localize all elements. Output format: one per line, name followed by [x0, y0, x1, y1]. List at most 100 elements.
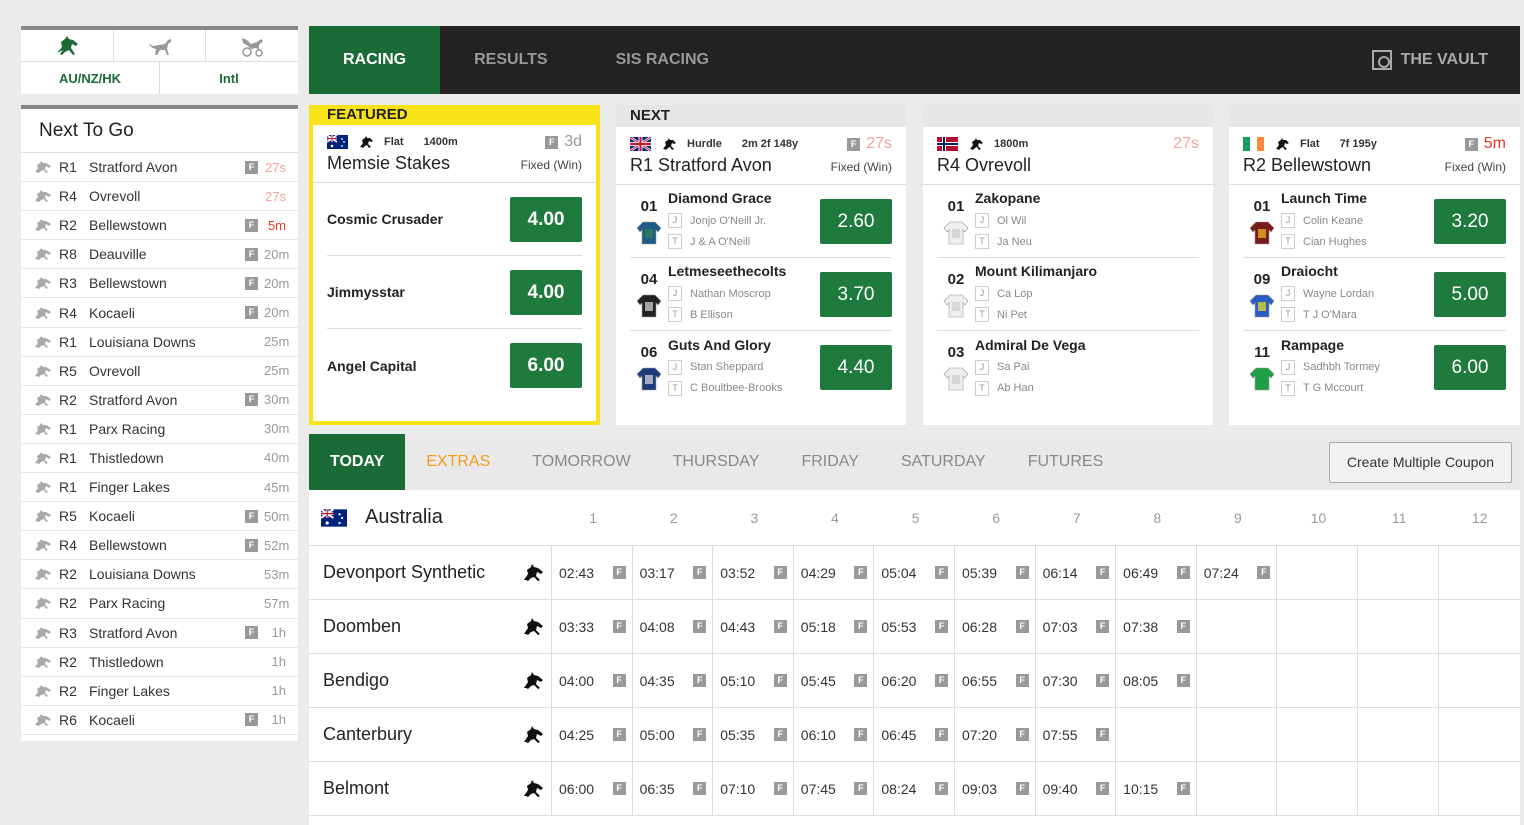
- race-time-cell[interactable]: 05:04 F: [873, 545, 954, 600]
- race-time-cell[interactable]: 05:10 F: [712, 653, 793, 708]
- race-time-cell[interactable]: 08:05 F: [1115, 653, 1196, 708]
- next-to-go-item[interactable]: R2 Louisiana Downs 53m: [21, 560, 298, 590]
- race-time-cell[interactable]: 06:00 F: [551, 761, 632, 816]
- fixed-badge: [245, 190, 258, 203]
- race-time-cell[interactable]: 07:55 F: [1034, 707, 1116, 762]
- next-to-go-item[interactable]: R1 Parx Racing 30m: [21, 415, 298, 444]
- odds-button[interactable]: 3.20: [1434, 198, 1506, 244]
- race-time-cell[interactable]: 07:30 F: [1034, 653, 1116, 708]
- race-time-cell[interactable]: 10:15 F: [1115, 761, 1196, 816]
- race-time-cell[interactable]: 06:35 F: [631, 761, 713, 816]
- next-to-go-item[interactable]: R2 Finger Lakes 1h: [21, 677, 298, 706]
- race-title-text[interactable]: R4 Ovrevoll: [937, 155, 1031, 176]
- race-time-cell[interactable]: 09:03 F: [953, 761, 1035, 816]
- race-time-cell[interactable]: 06:49 F: [1115, 545, 1196, 600]
- next-to-go-item[interactable]: R1 Stratford Avon F 27s: [21, 153, 298, 183]
- race-time-cell[interactable]: 04:35 F: [631, 653, 713, 708]
- meeting-name[interactable]: Bendigo: [309, 670, 515, 691]
- vault-link[interactable]: THE VAULT: [1371, 50, 1520, 70]
- odds-button[interactable]: 5.00: [1434, 271, 1506, 317]
- race-time-cell[interactable]: 06:14 F: [1034, 545, 1116, 600]
- trainer-name: T G Mccourt: [1303, 382, 1364, 394]
- race-time-cell[interactable]: 05:35 F: [712, 707, 793, 762]
- race-time-cell[interactable]: 03:52 F: [712, 545, 793, 600]
- next-to-go-item[interactable]: R4 Ovrevoll 27s: [21, 182, 298, 212]
- meeting-name[interactable]: Devonport Synthetic: [309, 562, 515, 583]
- odds-button[interactable]: 2.60: [820, 198, 892, 244]
- odds-button[interactable]: 6.00: [510, 343, 582, 388]
- race-time-cell[interactable]: 05:45 F: [792, 653, 874, 708]
- race-time-cell[interactable]: 04:08 F: [631, 599, 713, 654]
- race-time-cell[interactable]: 04:00 F: [551, 653, 632, 708]
- next-to-go-item[interactable]: R4 Bellewstown F 52m: [21, 531, 298, 561]
- tab-tomorrow[interactable]: TOMORROW: [511, 434, 651, 490]
- race-time-cell[interactable]: 05:53 F: [873, 599, 954, 654]
- tab-futures[interactable]: FUTURES: [1007, 434, 1125, 490]
- race-time-cell[interactable]: 05:18 F: [792, 599, 874, 654]
- race-time-cell[interactable]: 08:24 F: [873, 761, 954, 816]
- tab-extras[interactable]: EXTRAS: [405, 434, 511, 490]
- meeting-name[interactable]: Canterbury: [309, 724, 515, 745]
- race-time-cell[interactable]: 04:43 F: [712, 599, 793, 654]
- trainer-line: T Cian Hughes: [1281, 231, 1434, 252]
- race-time-cell[interactable]: 07:10 F: [712, 761, 793, 816]
- race-time-cell[interactable]: 03:33 F: [551, 599, 632, 654]
- next-to-go-item[interactable]: R5 Kocaeli F 50m: [21, 502, 298, 532]
- race-meta: Hurdle 2m 2f 148y F 27s: [616, 133, 906, 155]
- tab-today[interactable]: TODAY: [309, 434, 406, 490]
- nav-sis-racing[interactable]: SIS RACING: [582, 26, 743, 94]
- race-title-text[interactable]: R1 Stratford Avon: [630, 155, 772, 176]
- next-to-go-item[interactable]: R2 Parx Racing 57m: [21, 589, 298, 619]
- next-to-go-item[interactable]: R1 Louisiana Downs 25m: [21, 328, 298, 357]
- countdown-value: 5m: [1483, 135, 1506, 152]
- race-time-cell[interactable]: 07:45 F: [792, 761, 874, 816]
- odds-button[interactable]: 4.00: [510, 269, 582, 315]
- next-to-go-item[interactable]: R8 Deauville F 20m: [21, 240, 298, 270]
- tab-saturday[interactable]: SATURDAY: [880, 434, 1007, 490]
- next-to-go-item[interactable]: R1 Finger Lakes 45m: [21, 473, 298, 503]
- odds-button[interactable]: 4.00: [510, 196, 582, 242]
- tab-thursday[interactable]: THURSDAY: [652, 434, 781, 490]
- greyhound-racing-tab[interactable]: [114, 30, 207, 61]
- horse-racing-tab[interactable]: [21, 30, 114, 61]
- race-time-cell[interactable]: 07:20 F: [953, 707, 1035, 762]
- next-to-go-item[interactable]: R3 Bellewstown F 20m: [21, 269, 298, 299]
- race-title-text[interactable]: R2 Bellewstown: [1243, 155, 1371, 176]
- race-time-cell[interactable]: 06:45 F: [873, 707, 954, 762]
- harness-racing-tab[interactable]: [206, 30, 298, 61]
- odds-button[interactable]: 4.40: [820, 345, 892, 390]
- next-to-go-item[interactable]: R3 Stratford Avon F 1h: [21, 619, 298, 648]
- race-time-cell[interactable]: 07:03 F: [1034, 599, 1116, 654]
- race-time-cell[interactable]: 07:38 F: [1115, 599, 1196, 654]
- race-time-cell[interactable]: 04:29 F: [792, 545, 874, 600]
- nav-results[interactable]: RESULTS: [440, 26, 581, 94]
- create-multiple-coupon-button[interactable]: Create Multiple Coupon: [1328, 441, 1512, 483]
- next-to-go-item[interactable]: R5 Ovrevoll 25m: [21, 357, 298, 386]
- odds-button[interactable]: 3.70: [820, 271, 892, 317]
- nav-racing[interactable]: RACING: [309, 26, 441, 94]
- race-time-cell[interactable]: 05:00 F: [631, 707, 713, 762]
- meeting-name[interactable]: Doomben: [309, 616, 515, 637]
- race-time-cell[interactable]: 03:17 F: [631, 545, 713, 600]
- race-time-cell[interactable]: 06:55 F: [953, 653, 1035, 708]
- tab-friday[interactable]: FRIDAY: [780, 434, 879, 490]
- next-to-go-item[interactable]: R2 Thistledown 1h: [21, 648, 298, 677]
- race-time-cell[interactable]: 04:25 F: [551, 707, 632, 762]
- race-time-cell[interactable]: 09:40 F: [1034, 761, 1116, 816]
- race-time-cell[interactable]: 06:10 F: [792, 707, 874, 762]
- race-time-cell[interactable]: 05:39 F: [953, 545, 1035, 600]
- race-time-cell[interactable]: 07:24 F: [1195, 545, 1277, 600]
- next-to-go-item[interactable]: R2 Stratford Avon F 30m: [21, 386, 298, 415]
- next-to-go-item[interactable]: R1 Thistledown 40m: [21, 444, 298, 474]
- region-tab-au[interactable]: AU/NZ/HK: [21, 62, 160, 94]
- region-tab-intl[interactable]: Intl: [160, 62, 298, 94]
- race-time-cell[interactable]: 06:20 F: [873, 653, 954, 708]
- next-to-go-item[interactable]: R6 Kocaeli F 1h: [21, 706, 298, 735]
- next-to-go-item[interactable]: R4 Kocaeli F 20m: [21, 298, 298, 328]
- race-time-cell[interactable]: 06:28 F: [953, 599, 1035, 654]
- race-time-cell[interactable]: 02:43 F: [551, 545, 632, 600]
- odds-button[interactable]: 6.00: [1434, 345, 1506, 390]
- next-to-go-item[interactable]: R2 Bellewstown F 5m: [21, 211, 298, 241]
- featured-title[interactable]: Memsie Stakes: [327, 153, 450, 174]
- meeting-name[interactable]: Belmont: [309, 778, 515, 799]
